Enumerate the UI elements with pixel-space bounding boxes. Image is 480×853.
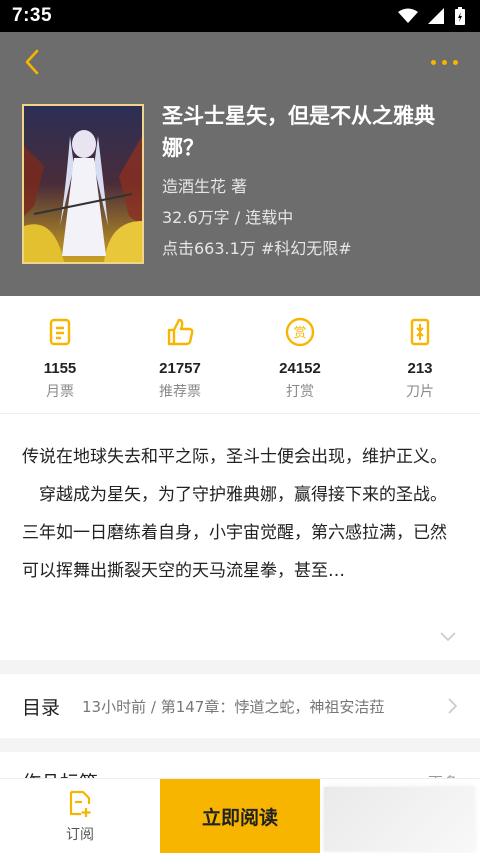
book-title: 圣斗士星矢，但是不从之雅典娜？ [162, 104, 435, 160]
stat-reward[interactable]: 赏 24152 打赏 [240, 296, 360, 413]
book-info: 圣斗士星矢，但是不从之雅典娜？ 造酒生花 著 32.6万字 / 连载中 点击66… [162, 100, 462, 260]
blade-icon [410, 318, 430, 346]
monthly-ticket-icon [49, 318, 71, 346]
signal-icon [428, 8, 444, 24]
chevron-down-icon [440, 632, 456, 642]
bottom-bar-blank [320, 779, 480, 853]
wifi-icon [398, 8, 418, 23]
book-description[interactable]: 传说在地球失去和平之际，圣斗士便会出现，维护正义。 穿越成为星矢，为了守护雅典娜… [0, 414, 480, 660]
stat-label: 打赏 [286, 384, 314, 400]
back-button[interactable] [18, 46, 46, 78]
chevron-left-icon [25, 49, 39, 75]
latest-chapter: 13小时前 / 第147章：悖道之蛇，神祖安洁菈 [82, 697, 385, 716]
stat-monthly-ticket[interactable]: 1155 月票 [0, 296, 120, 413]
status-icons [398, 7, 466, 25]
status-bar: 7:35 [0, 0, 480, 32]
chevron-right-icon [448, 698, 458, 714]
book-word-count-status: 32.6万字 / 连载中 [162, 208, 294, 227]
stat-label: 推荐票 [159, 384, 201, 400]
book-author[interactable]: 造酒生花 著 [162, 176, 462, 198]
status-time: 7:35 [12, 5, 53, 26]
more-button[interactable] [424, 50, 464, 74]
book-header: 圣斗士星矢，但是不从之雅典娜？ 造酒生花 著 32.6万字 / 连载中 点击66… [0, 32, 480, 296]
stat-value: 213 [407, 360, 433, 377]
stat-label: 刀片 [406, 384, 434, 400]
subscribe-add-icon [69, 790, 91, 817]
stat-label: 月票 [46, 384, 74, 400]
stat-recommend-ticket[interactable]: 21757 推荐票 [120, 296, 240, 413]
more-dots-icon [430, 59, 436, 65]
book-clicks-category: 点击663.1万 #科幻无限# [162, 239, 352, 258]
stat-value: 24152 [279, 360, 321, 377]
stats-row: 1155 月票 21757 推荐票 赏 24152 打赏 213 刀片 [0, 296, 480, 414]
description-paragraph-1: 传说在地球失去和平之际，圣斗士便会出现，维护正义。 [22, 447, 447, 467]
bottom-action-bar: 订阅 立即阅读 [0, 778, 480, 853]
read-now-button[interactable]: 立即阅读 [160, 779, 320, 853]
svg-text:赏: 赏 [293, 326, 306, 341]
subscribe-button[interactable]: 订阅 [0, 779, 160, 853]
thumbs-up-icon [167, 318, 194, 346]
stat-value: 1155 [43, 360, 77, 377]
book-cover[interactable] [22, 104, 144, 264]
catalog-title: 目录 [22, 696, 61, 719]
description-paragraph-2: 穿越成为星矢，为了守护雅典娜，赢得接下来的圣战。三年如一日磨练着自身，小宇宙觉醒… [22, 485, 447, 581]
cover-illustration [24, 106, 142, 262]
stat-blade[interactable]: 213 刀片 [360, 296, 480, 413]
floating-card-shadow [324, 787, 474, 851]
catalog-row[interactable]: 目录 13小时前 / 第147章：悖道之蛇，神祖安洁菈 [0, 674, 480, 738]
reward-icon: 赏 [285, 317, 315, 347]
expand-description-button[interactable] [440, 627, 456, 646]
subscribe-label: 订阅 [66, 826, 94, 843]
battery-icon [455, 7, 465, 25]
stat-value: 21757 [159, 360, 201, 377]
